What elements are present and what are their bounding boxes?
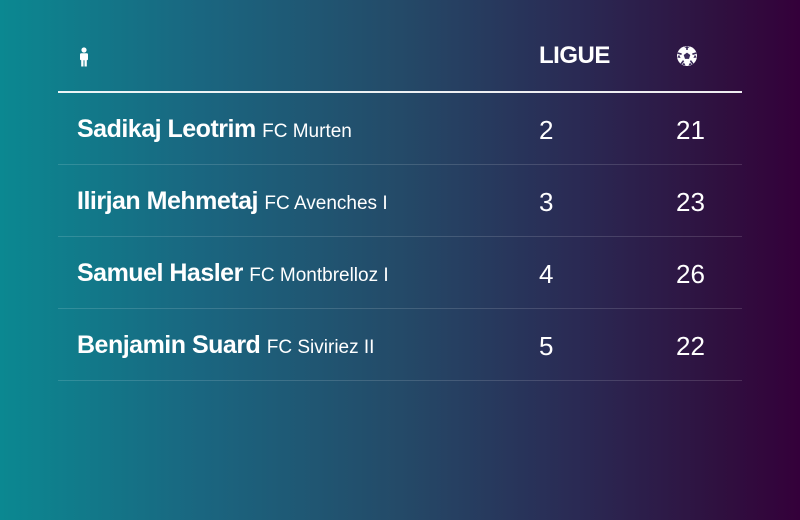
- person-icon: [78, 47, 90, 67]
- table-row: Samuel Hasler FC Montbrelloz I 4 26: [58, 237, 742, 309]
- goals-value: 21: [676, 115, 705, 145]
- club-name: FC Murten: [262, 121, 352, 142]
- scorers-table: LIGUE Sadikaj Leotrim FC Murten 2 21 Ili…: [58, 20, 742, 381]
- club-name: FC Avenches I: [264, 193, 388, 214]
- goals-value: 26: [676, 259, 705, 289]
- player-name: Samuel Hasler: [77, 259, 243, 287]
- table-header: LIGUE: [58, 20, 742, 93]
- league-value: 5: [539, 331, 554, 361]
- player-name: Ilirjan Mehmetaj: [77, 187, 258, 215]
- goals-value: 22: [676, 331, 705, 361]
- player-cell: Ilirjan Mehmetaj FC Avenches I: [77, 187, 388, 216]
- table-row: Ilirjan Mehmetaj FC Avenches I 3 23: [58, 165, 742, 237]
- league-value: 4: [539, 259, 554, 289]
- player-name: Benjamin Suard: [77, 331, 261, 359]
- goals-value: 23: [676, 187, 705, 217]
- soccer-ball-icon: [676, 45, 698, 67]
- player-name: Sadikaj Leotrim: [77, 115, 256, 143]
- player-cell: Sadikaj Leotrim FC Murten: [77, 115, 352, 144]
- player-cell: Benjamin Suard FC Siviriez II: [77, 331, 374, 360]
- table-row: Sadikaj Leotrim FC Murten 2 21: [58, 93, 742, 165]
- club-name: FC Siviriez II: [266, 337, 375, 358]
- table-row: Benjamin Suard FC Siviriez II 5 22: [58, 309, 742, 381]
- league-column-header: LIGUE: [539, 42, 610, 69]
- club-name: FC Montbrelloz I: [249, 265, 389, 286]
- league-value: 3: [539, 187, 554, 217]
- player-cell: Samuel Hasler FC Montbrelloz I: [77, 259, 389, 288]
- league-value: 2: [539, 115, 554, 145]
